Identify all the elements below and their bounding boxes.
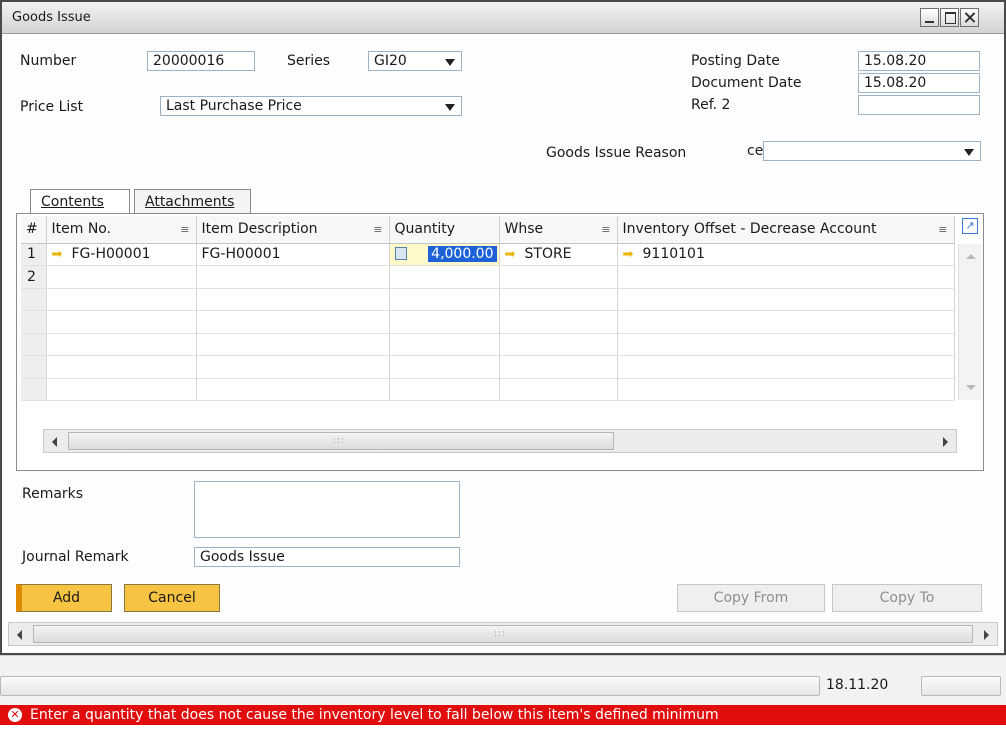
account-cell[interactable]: ➡ 9110101 — [617, 243, 955, 266]
posting-date-label: Posting Date — [691, 53, 780, 69]
column-header-whse[interactable]: Whse ≡ — [499, 216, 618, 244]
tab-contents-label: Contents — [41, 194, 104, 210]
copy-to-button[interactable]: Copy To — [832, 584, 982, 612]
scrollbar-thumb[interactable]: ::: — [68, 432, 614, 450]
reason-prefix: ce — [747, 143, 764, 159]
column-menu-icon[interactable]: ≡ — [180, 223, 189, 236]
error-message-bar: ✕ Enter a quantity that does not cause t… — [0, 705, 1006, 725]
grid-horizontal-scrollbar[interactable]: ::: — [43, 429, 957, 453]
empty-row — [21, 288, 955, 311]
scroll-left-icon[interactable] — [17, 630, 22, 640]
document-date-field[interactable]: 15.08.20 — [858, 73, 980, 93]
grid-vertical-scrollbar[interactable] — [958, 244, 982, 400]
contents-grid-frame: # Item No. ≡ Item Description ≡ Quantity W… — [16, 213, 984, 471]
contents-table: # Item No. ≡ Item Description ≡ Quantity W… — [21, 216, 955, 401]
price-list-select[interactable]: Last Purchase Price — [160, 96, 462, 116]
table-header-row: # Item No. ≡ Item Description ≡ Quantity W… — [21, 216, 955, 244]
minimize-icon[interactable] — [920, 8, 939, 27]
goods-issue-window: Goods Issue Number 20000016 Series GI20 … — [0, 0, 1006, 655]
empty-row — [21, 355, 955, 379]
column-menu-icon[interactable]: ≡ — [373, 223, 382, 236]
series-select[interactable]: GI20 — [368, 51, 462, 71]
whse-cell[interactable]: ➡ STORE — [499, 243, 618, 266]
chevron-down-icon — [964, 149, 974, 156]
item-no-cell[interactable] — [46, 265, 197, 289]
journal-remark-field[interactable]: Goods Issue — [194, 547, 460, 567]
price-list-label: Price List — [20, 99, 84, 115]
status-segment — [0, 676, 820, 696]
status-bar: 18.11.20 — [0, 655, 1006, 705]
link-arrow-icon[interactable]: ➡ — [505, 247, 521, 262]
link-arrow-icon[interactable]: ➡ — [52, 247, 68, 262]
tab-attachments-label: Attachments — [145, 194, 235, 210]
status-date: 18.11.20 — [826, 677, 889, 693]
column-header-number[interactable]: # — [21, 216, 47, 244]
series-value: GI20 — [374, 53, 407, 69]
error-message-text: Enter a quantity that does not cause the… — [30, 707, 719, 723]
copy-from-button[interactable]: Copy From — [677, 584, 825, 612]
column-menu-icon[interactable]: ≡ — [601, 223, 610, 236]
column-menu-icon[interactable]: ≡ — [938, 223, 947, 236]
tab-contents[interactable]: Contents — [30, 189, 130, 214]
row-number: 1 — [21, 243, 47, 266]
series-label: Series — [287, 53, 331, 69]
ref2-field[interactable] — [858, 95, 980, 115]
chevron-down-icon — [445, 59, 455, 66]
scrollbar-thumb[interactable]: ::: — [33, 625, 973, 643]
status-segment — [921, 676, 1001, 696]
empty-row — [21, 310, 955, 334]
item-description-cell[interactable]: FG-H00001 — [196, 243, 390, 266]
goods-issue-reason-label: Goods Issue Reason — [546, 145, 687, 161]
posting-date-field[interactable]: 15.08.20 — [858, 51, 980, 71]
title-bar[interactable]: Goods Issue — [2, 2, 1004, 34]
item-no-cell[interactable]: ➡ FG-H00001 — [46, 243, 197, 266]
calculator-icon[interactable] — [394, 247, 407, 261]
scroll-down-icon[interactable] — [966, 385, 976, 390]
add-button[interactable]: Add — [16, 584, 112, 612]
column-header-item-no[interactable]: Item No. ≡ — [46, 216, 197, 244]
column-header-item-description[interactable]: Item Description ≡ — [196, 216, 390, 244]
empty-row — [21, 333, 955, 356]
column-header-quantity[interactable]: Quantity — [389, 216, 500, 244]
expand-grid-icon[interactable]: ↗ — [962, 218, 978, 234]
window-title: Goods Issue — [12, 10, 91, 25]
table-row[interactable]: 2 — [21, 265, 955, 289]
scroll-left-icon[interactable] — [52, 437, 57, 447]
remarks-textarea[interactable] — [194, 481, 460, 538]
table-row[interactable]: 1 ➡ FG-H00001 FG-H00001 4,000.00 ➡ STORE ➡… — [21, 243, 955, 266]
goods-issue-reason-select[interactable] — [763, 141, 981, 161]
number-field[interactable]: 20000016 — [147, 51, 255, 71]
close-icon[interactable] — [960, 8, 979, 27]
item-description-cell[interactable] — [196, 265, 390, 289]
column-header-inventory-offset-account[interactable]: Inventory Offset - Decrease Account ≡ — [617, 216, 955, 244]
scroll-up-icon[interactable] — [966, 254, 976, 259]
window-horizontal-scrollbar[interactable]: ::: — [8, 622, 998, 646]
tab-attachments[interactable]: Attachments — [134, 189, 251, 214]
chevron-down-icon — [445, 104, 455, 111]
empty-row — [21, 378, 955, 401]
journal-remark-label: Journal Remark — [22, 549, 129, 565]
row-number: 2 — [21, 265, 47, 289]
document-date-label: Document Date — [691, 75, 802, 91]
quantity-cell[interactable] — [389, 265, 500, 289]
scroll-right-icon[interactable] — [984, 630, 989, 640]
whse-cell[interactable] — [499, 265, 618, 289]
account-cell[interactable] — [617, 265, 955, 289]
maximize-icon[interactable] — [940, 8, 959, 27]
scroll-right-icon[interactable] — [943, 437, 948, 447]
quantity-value[interactable]: 4,000.00 — [428, 245, 497, 262]
quantity-cell[interactable]: 4,000.00 — [389, 243, 500, 266]
number-label: Number — [20, 53, 77, 69]
remarks-label: Remarks — [22, 486, 84, 502]
cancel-button[interactable]: Cancel — [124, 584, 220, 612]
ref2-label: Ref. 2 — [691, 97, 731, 113]
link-arrow-icon[interactable]: ➡ — [623, 247, 639, 262]
price-list-value: Last Purchase Price — [166, 98, 302, 114]
error-icon: ✕ — [8, 708, 22, 722]
